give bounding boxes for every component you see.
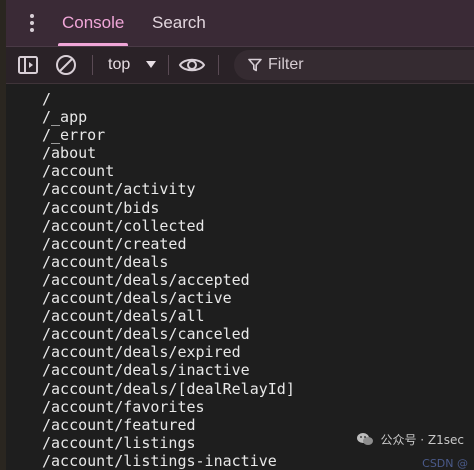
toolbar-divider (92, 55, 93, 75)
console-log-line: /account/deals/canceled (42, 325, 250, 344)
console-toolbar: top (6, 47, 474, 84)
console-log-line: /account/created (42, 234, 187, 253)
console-log-line: /account/favorites (42, 397, 205, 416)
more-options-icon[interactable] (24, 10, 40, 36)
console-log-line: /account/deals (42, 252, 169, 271)
console-log: //_app/_error/about/account/account/acti… (42, 90, 295, 470)
console-log-line: /account/listings-inactive (42, 451, 277, 470)
toolbar-divider (218, 55, 219, 75)
console-log-line: /account/activity (42, 180, 196, 199)
console-log-line: /account/deals/[dealRelayId] (42, 379, 295, 398)
console-log-line: /account/deals/accepted (42, 270, 250, 289)
console-log-line: /account/deals/expired (42, 343, 241, 362)
console-log-line: /account/collected (42, 216, 205, 235)
console-log-line: /account/featured (42, 415, 196, 434)
console-log-line: /about (42, 144, 97, 163)
context-selector[interactable]: top (108, 47, 130, 83)
console-log-line: /account/deals/inactive (42, 361, 250, 380)
filter-box[interactable] (234, 50, 474, 80)
wechat-icon (357, 433, 374, 445)
watermark-subtext: CSDN @ (422, 457, 468, 470)
sidebar-toggle-icon[interactable] (16, 53, 40, 77)
console-log-line: / (42, 90, 52, 108)
devtools-tab-bar: Console Search (6, 0, 474, 47)
console-log-line: /_error (42, 126, 106, 145)
console-log-line: /account/listings (42, 433, 196, 452)
devtools-window: Console Search top //_app/_error/ab (0, 0, 474, 470)
console-log-line: /account/deals/all (42, 307, 205, 326)
clear-console-icon[interactable] (54, 53, 78, 77)
console-log-line: /account/deals/active (42, 289, 232, 308)
toolbar-divider (168, 55, 169, 75)
filter-funnel-icon (248, 58, 262, 72)
console-log-line: /account/bids (42, 198, 160, 217)
console-output: //_app/_error/about/account/account/acti… (6, 84, 474, 470)
filter-input[interactable] (268, 50, 448, 80)
eye-icon[interactable] (178, 53, 206, 77)
chevron-down-icon[interactable] (146, 61, 156, 68)
tab-console[interactable]: Console (50, 0, 136, 46)
console-log-line: /account (42, 162, 115, 181)
tab-search[interactable]: Search (140, 0, 218, 46)
console-log-line: /_app (42, 108, 88, 127)
watermark-text: 公众号 · Z1sec (380, 432, 464, 447)
watermark: 公众号 · Z1sec (356, 430, 464, 448)
